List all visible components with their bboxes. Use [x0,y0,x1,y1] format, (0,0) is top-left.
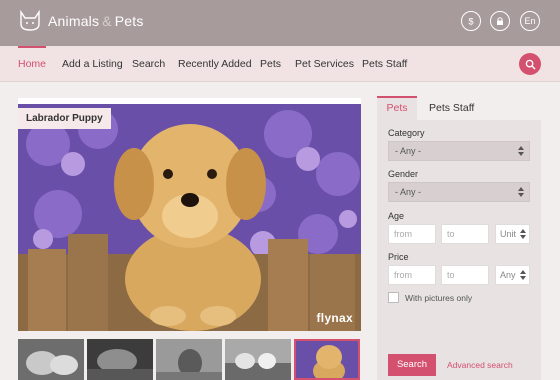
age-unit-select[interactable]: Unit [495,224,530,244]
sort-arrows-icon [520,229,526,239]
brand-pets: Pets [114,13,144,29]
thumbnail-image [156,339,222,380]
tab-pets-staff[interactable]: Pets Staff [429,96,474,120]
dollar-icon: $ [468,17,473,27]
thumbnail-3[interactable] [156,339,222,380]
category-select[interactable]: - Any - [388,141,530,161]
thumbnail-strip [18,339,361,380]
price-label: Price [388,252,409,262]
brand-name: Animals & Pets [48,13,144,29]
category-label: Category [388,128,425,138]
main-nav: Home Add a Listing Search Recently Added… [0,46,560,82]
search-panel: Pets Pets Staff Category - Any - Gender … [377,96,541,380]
gender-label: Gender [388,169,419,179]
nav-pets-staff[interactable]: Pets Staff [362,46,407,82]
thumbnail-5-selected[interactable] [294,339,360,380]
age-label: Age [388,211,405,221]
nav-recently-added[interactable]: Recently Added [178,46,252,82]
search-tabs: Pets Pets Staff [377,96,541,120]
site-logo[interactable]: Animals & Pets [18,10,144,32]
brand-animals: Animals [48,13,100,29]
price-from-input[interactable]: from [388,265,436,285]
featured-photo[interactable] [18,104,361,331]
svg-text:$: $ [468,17,473,27]
age-from-input[interactable]: from [388,224,436,244]
thumbnail-image [87,339,153,380]
site-header: Animals & Pets $ En [0,0,560,46]
sort-arrows-icon [520,270,526,280]
nav-home[interactable]: Home [18,46,47,82]
price-currency-value: Any [500,270,516,280]
tab-pets[interactable]: Pets [377,96,417,120]
thumbnail-4[interactable] [225,339,291,380]
watermark: flynax [316,311,353,325]
account-button[interactable] [490,11,510,31]
thumbnail-image [296,341,358,378]
puppy-photo [18,104,361,331]
cat-logo-icon [20,10,40,31]
thumbnail-image [225,339,291,380]
advanced-search-link[interactable]: Advanced search [447,360,513,370]
brand-ampersand: & [102,13,112,29]
sort-arrows-icon [518,146,524,156]
pictures-only-label[interactable]: With pictures only [405,293,472,303]
age-to-input[interactable]: to [441,224,489,244]
pictures-only-checkbox[interactable] [388,292,399,303]
sort-arrows-icon [518,187,524,197]
currency-button[interactable]: $ [461,11,481,31]
gender-value: - Any - [395,187,422,197]
thumbnail-image [18,339,84,380]
price-currency-select[interactable]: Any [495,265,530,285]
nav-search[interactable]: Search [132,46,165,82]
lock-icon [497,17,503,25]
nav-add-listing[interactable]: Add a Listing [62,46,123,82]
nav-pet-services[interactable]: Pet Services [295,46,354,82]
featured-listing[interactable]: Labrador Puppy flynax [18,98,361,331]
listing-title[interactable]: Labrador Puppy [18,108,111,129]
age-unit-value: Unit [500,229,517,239]
search-submit-button[interactable]: Search [388,354,436,376]
language-button[interactable]: En [520,11,540,31]
search-icon [525,59,536,70]
thumbnail-2[interactable] [87,339,153,380]
category-value: - Any - [395,146,422,156]
gender-select[interactable]: - Any - [388,182,530,202]
nav-pets[interactable]: Pets [260,46,281,82]
thumbnail-1[interactable] [18,339,84,380]
price-to-input[interactable]: to [441,265,489,285]
nav-search-button[interactable] [519,53,541,75]
